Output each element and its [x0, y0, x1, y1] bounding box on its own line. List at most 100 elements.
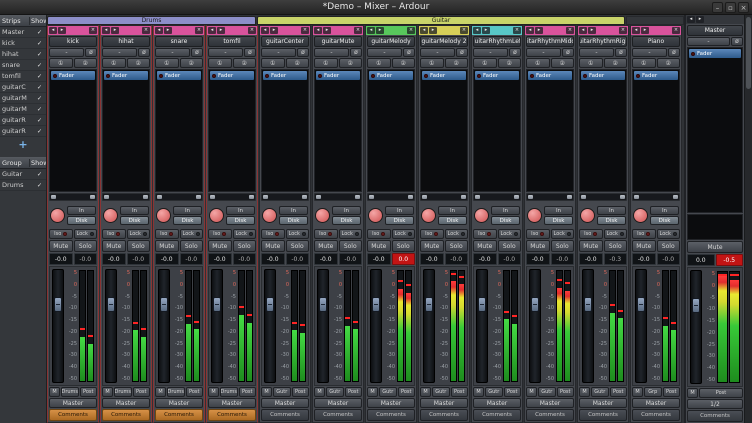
monitor-disk-button[interactable]: Disk [544, 216, 573, 225]
master-fader-processor-entry[interactable]: Fader [689, 49, 741, 58]
panner-widget[interactable] [261, 193, 309, 201]
record-arm-button[interactable] [633, 208, 648, 223]
mute-button[interactable]: Mute [102, 240, 126, 252]
input-button[interactable]: - [526, 48, 561, 57]
scroll-right-icon[interactable]: ▸ [376, 27, 384, 34]
comments-button[interactable]: Comments [102, 409, 150, 421]
monitor-disk-button[interactable]: Disk [438, 216, 467, 225]
fader-handle[interactable] [478, 297, 486, 312]
group-button[interactable]: Gutr [273, 387, 291, 397]
processor-box[interactable]: Fader [155, 69, 203, 192]
sidebar-strip-row[interactable]: kick✓ [0, 38, 46, 49]
pan-handle-right[interactable] [196, 195, 201, 199]
pan-handle-right[interactable] [514, 195, 519, 199]
strip-show-checkbox[interactable]: ✓ [33, 128, 46, 135]
solo-lock-button[interactable]: Lock [339, 229, 363, 239]
solo-button[interactable]: Solo [498, 240, 522, 252]
output-button[interactable]: Master [367, 398, 415, 408]
input-channel-1-button[interactable]: ① [155, 58, 179, 68]
panner-widget[interactable] [526, 193, 574, 201]
group-button[interactable]: Gutr [485, 387, 503, 397]
metering-button[interactable]: M [526, 387, 537, 397]
mute-button[interactable]: Mute [420, 240, 444, 252]
gain-display[interactable]: -0.0 [261, 253, 285, 265]
peak-display[interactable]: -0.0 [339, 253, 363, 265]
fader-processor-entry[interactable]: Fader [210, 71, 254, 80]
sidebar-strip-row[interactable]: guitarC✓ [0, 82, 46, 93]
scroll-left-icon[interactable]: ◂ [632, 27, 640, 34]
master-meter-point-button[interactable]: Post [699, 388, 743, 398]
record-arm-button[interactable] [209, 208, 224, 223]
peak-display[interactable]: -0.0 [127, 253, 151, 265]
close-icon[interactable]: × [354, 27, 362, 34]
scroll-right-icon[interactable]: ▸ [111, 27, 119, 34]
fader-processor-entry[interactable]: Fader [581, 71, 625, 80]
minimize-button[interactable]: – [712, 2, 723, 13]
input-button[interactable]: - [632, 48, 667, 57]
group-button[interactable]: Gutr [432, 387, 450, 397]
input-channel-1-button[interactable]: ① [208, 58, 232, 68]
metering-button[interactable]: M [314, 387, 325, 397]
pan-handle-right[interactable] [90, 195, 95, 199]
monitor-input-button[interactable]: In [438, 206, 467, 215]
record-arm-button[interactable] [580, 208, 595, 223]
master-phase-invert-button[interactable]: ø [731, 37, 743, 46]
solo-button[interactable]: Solo [445, 240, 469, 252]
fader-processor-entry[interactable]: Fader [475, 71, 519, 80]
meter-point-button[interactable]: Post [292, 387, 310, 397]
scroll-left-icon[interactable]: ◂ [261, 27, 269, 34]
scroll-right-icon[interactable]: ▸ [696, 16, 704, 23]
peak-display[interactable]: -0.0 [551, 253, 575, 265]
monitor-input-button[interactable]: In [491, 206, 520, 215]
input-channel-1-button[interactable]: ① [579, 58, 603, 68]
fader-processor-entry[interactable]: Fader [263, 71, 307, 80]
solo-button[interactable]: Solo [604, 240, 628, 252]
fader-processor-entry[interactable]: Fader [104, 71, 148, 80]
input-button[interactable]: - [579, 48, 614, 57]
panner-widget[interactable] [420, 193, 468, 201]
group-tab-drums[interactable]: Drums [47, 16, 256, 25]
output-button[interactable]: Master [579, 398, 627, 408]
track-name-button[interactable]: guitarMelody 2 [420, 36, 468, 47]
phase-invert-button[interactable]: ø [668, 48, 680, 57]
meter-point-button[interactable]: Post [557, 387, 575, 397]
output-button[interactable]: Master [208, 398, 256, 408]
comments-button[interactable]: Comments [314, 409, 362, 421]
input-channel-1-button[interactable]: ① [102, 58, 126, 68]
pan-handle-right[interactable] [143, 195, 148, 199]
pan-handle-left[interactable] [634, 195, 639, 199]
output-button[interactable]: Master [102, 398, 150, 408]
input-channel-2-button[interactable]: ② [551, 58, 575, 68]
strip-show-checkbox[interactable]: ✓ [33, 84, 46, 91]
processor-box[interactable]: Fader [102, 69, 150, 192]
pan-handle-right[interactable] [249, 195, 254, 199]
processor-active-led[interactable] [636, 74, 640, 78]
group-button[interactable]: Gutr [591, 387, 609, 397]
gain-fader[interactable] [582, 269, 594, 383]
master-name-button[interactable]: Master [687, 25, 743, 36]
track-name-button[interactable]: kick [49, 36, 97, 47]
processor-active-led[interactable] [530, 74, 534, 78]
solo-isolate-button[interactable]: Iso [155, 229, 179, 239]
processor-active-led[interactable] [212, 74, 216, 78]
solo-button[interactable]: Solo [339, 240, 363, 252]
close-icon[interactable]: × [619, 27, 627, 34]
solo-isolate-button[interactable]: Iso [473, 229, 497, 239]
input-button[interactable]: - [155, 48, 190, 57]
pan-handle-left[interactable] [263, 195, 268, 199]
solo-isolate-button[interactable]: Iso [579, 229, 603, 239]
record-arm-button[interactable] [421, 208, 436, 223]
record-arm-button[interactable] [50, 208, 65, 223]
processor-box[interactable]: Fader [261, 69, 309, 192]
solo-isolate-button[interactable]: Iso [102, 229, 126, 239]
monitor-input-button[interactable]: In [544, 206, 573, 215]
fader-handle[interactable] [531, 297, 539, 312]
output-button[interactable]: Master [155, 398, 203, 408]
fader-handle[interactable] [692, 298, 700, 313]
output-button[interactable]: Master [473, 398, 521, 408]
input-channel-1-button[interactable]: ① [632, 58, 656, 68]
input-channel-1-button[interactable]: ① [473, 58, 497, 68]
pan-handle-right[interactable] [673, 195, 678, 199]
scroll-right-icon[interactable]: ▸ [58, 27, 66, 34]
processor-active-led[interactable] [424, 74, 428, 78]
